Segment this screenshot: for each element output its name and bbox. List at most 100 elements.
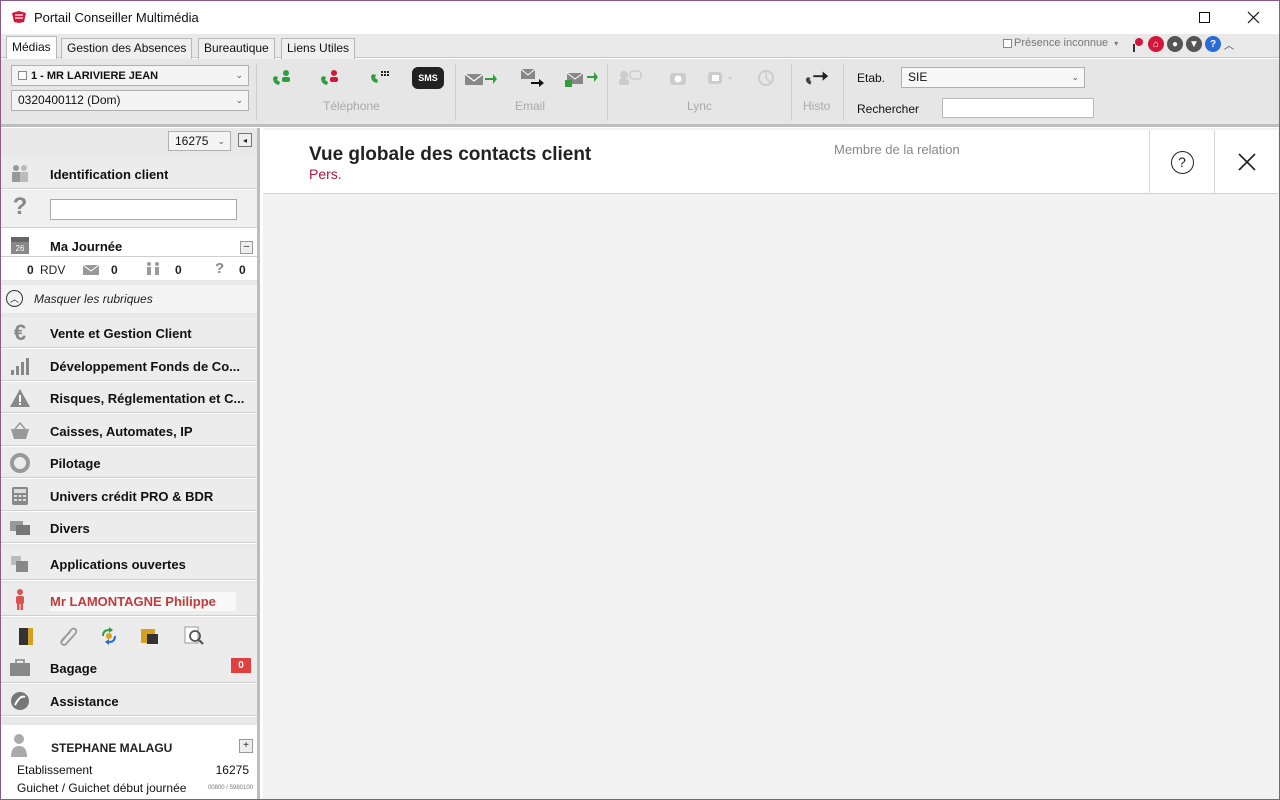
sidebar-item-credit[interactable]: Univers crédit PRO & BDR (1, 480, 257, 512)
basket-icon (9, 421, 31, 441)
divider (607, 63, 608, 121)
email-forward-button[interactable] (519, 67, 545, 89)
menu-tab-bar: Médias Gestion des Absences Bureautique … (1, 34, 1279, 59)
help-circle-icon: ? (1170, 150, 1194, 174)
contact-select-value: 1 - MR LARIVIERE JEAN (31, 70, 159, 82)
tab-liens-utiles[interactable]: Liens Utiles (281, 38, 356, 59)
tab-medias[interactable]: Médias (6, 36, 57, 59)
rdv-label: RDV (40, 263, 66, 277)
collapse-minus-button[interactable]: – (240, 241, 253, 254)
etab-select[interactable]: SIE ⌄ (901, 67, 1085, 88)
door-exit-icon[interactable] (15, 626, 37, 646)
etablissement-value: 16275 (215, 763, 249, 777)
email-secure-icon (565, 72, 598, 87)
lifebuoy-icon (9, 453, 31, 473)
email-reply-icon (464, 73, 497, 85)
camera-icon (670, 73, 686, 85)
home-icon[interactable]: ⌂ (1148, 36, 1164, 52)
user-info-panel: STEPHANE MALAGU + Etablissement 16275 Gu… (1, 725, 257, 799)
group-label-histo: Histo (803, 99, 831, 113)
lync-video-button[interactable] (665, 67, 691, 89)
keypad-icon (371, 71, 389, 83)
presence-toggle[interactable]: Présence inconnue ▾ (1003, 37, 1118, 49)
collapse-sidebar-button[interactable]: ◂ (238, 133, 252, 147)
svg-text:26: 26 (16, 244, 25, 253)
masquer-label: Masquer les rubriques (34, 292, 153, 306)
chevron-down-icon: ▾ (1114, 38, 1119, 48)
user-name: STEPHANE MALAGU (51, 741, 173, 755)
support-icon (9, 691, 31, 711)
group-label-telephone: Téléphone (323, 99, 380, 113)
sidebar-item-ma-journee[interactable]: 26 Ma Journée – (1, 229, 257, 258)
call-green-button[interactable] (269, 67, 295, 89)
email-reply-button[interactable] (463, 67, 497, 89)
sms-button[interactable]: SMS (411, 67, 445, 89)
sidebar-item-assistance[interactable]: Assistance (1, 685, 257, 717)
divider (843, 63, 844, 121)
bar-chart-icon (9, 356, 31, 376)
search-input[interactable] (942, 98, 1094, 118)
sidebar-item-pilotage[interactable]: Pilotage (1, 447, 257, 479)
sidebar: 16275 ⌄ ◂ Identification client ? 26 Ma … (1, 128, 260, 799)
agency-select[interactable]: 16275 ⌄ (168, 131, 231, 151)
warning-icon (9, 388, 31, 408)
video-icon[interactable]: ▼ (1186, 36, 1202, 52)
close-panel-button[interactable] (1214, 130, 1278, 194)
notification-pin-icon[interactable] (1131, 36, 1145, 52)
lync-chat-icon (619, 70, 642, 85)
presence-label: Présence inconnue (1014, 37, 1109, 49)
sidebar-item-client[interactable]: Mr LAMONTAGNE Philippe (1, 583, 257, 617)
masquer-rubriques-toggle[interactable]: ︿ Masquer les rubriques (1, 285, 257, 313)
chevron-up-icon[interactable]: ︿ (1224, 37, 1234, 52)
sidebar-item-developpement[interactable]: Développement Fonds de Co... (1, 350, 257, 382)
close-icon (1247, 11, 1259, 24)
sms-icon: SMS (412, 67, 444, 89)
app-window: Portail Conseiller Multimédia Médias Ges… (0, 0, 1280, 800)
tab-bureautique[interactable]: Bureautique (198, 38, 275, 59)
contact-checkbox[interactable] (18, 71, 27, 80)
email-secure-button[interactable] (563, 67, 599, 89)
sidebar-item-applications[interactable]: Applications ouvertes (1, 547, 257, 581)
sidebar-item-identification[interactable]: Identification client (1, 155, 257, 190)
contact-select[interactable]: 1 - MR LARIVIERE JEAN ⌄ (11, 65, 249, 86)
sync-icon[interactable] (98, 626, 120, 646)
title-bar: Portail Conseiller Multimédia (1, 1, 1279, 34)
sidebar-item-caisses[interactable]: Caisses, Automates, IP (1, 415, 257, 447)
lync-share-dropdown[interactable] (705, 67, 735, 89)
keypad-button[interactable] (367, 67, 393, 89)
person-red-icon (9, 589, 31, 610)
lync-status-icon (758, 70, 774, 86)
chevron-up-icon: ︿ (6, 290, 23, 307)
tab-gestion-absences[interactable]: Gestion des Absences (61, 38, 193, 59)
sidebar-item-label: Ma Journée (50, 239, 123, 254)
maximize-icon (1198, 12, 1210, 23)
magnifier-document-icon[interactable] (183, 626, 205, 646)
lync-status-button[interactable] (753, 67, 779, 89)
sidebar-item-divers[interactable]: Divers (1, 512, 257, 544)
presence-checkbox[interactable] (1003, 38, 1012, 48)
chevron-down-icon: ⌄ (235, 70, 243, 80)
expand-user-button[interactable]: + (239, 739, 253, 753)
sidebar-item-bagage[interactable]: Bagage 0 (1, 652, 257, 684)
briefcase-icon (9, 658, 31, 678)
call-red-button[interactable] (317, 67, 343, 89)
sidebar-item-risques[interactable]: Risques, Réglementation et C... (1, 382, 257, 414)
mail-count: 0 (111, 263, 118, 277)
sidebar-item-label: Univers crédit PRO & BDR (50, 489, 214, 504)
history-icon (805, 71, 829, 85)
histo-button[interactable] (804, 67, 830, 89)
close-window-button[interactable] (1230, 1, 1276, 34)
lync-chat-button[interactable] (617, 67, 643, 89)
info-gray-icon[interactable]: ● (1167, 36, 1183, 52)
toolbar-ribbon: 1 - MR LARIVIERE JEAN ⌄ 0320400112 (Dom)… (1, 59, 1279, 127)
client-search-input[interactable] (50, 199, 237, 220)
phone-select[interactable]: 0320400112 (Dom) ⌄ (11, 90, 249, 111)
folder-tools-icon[interactable] (139, 626, 161, 646)
agency-select-value: 16275 (175, 134, 209, 148)
help-button[interactable]: ? (1149, 130, 1214, 194)
help-icon[interactable]: ? (1205, 36, 1221, 52)
maximize-button[interactable] (1181, 1, 1227, 34)
sidebar-item-vente[interactable]: € Vente et Gestion Client (1, 317, 257, 349)
question-count: 0 (239, 263, 246, 277)
paperclip-icon[interactable] (57, 626, 79, 646)
